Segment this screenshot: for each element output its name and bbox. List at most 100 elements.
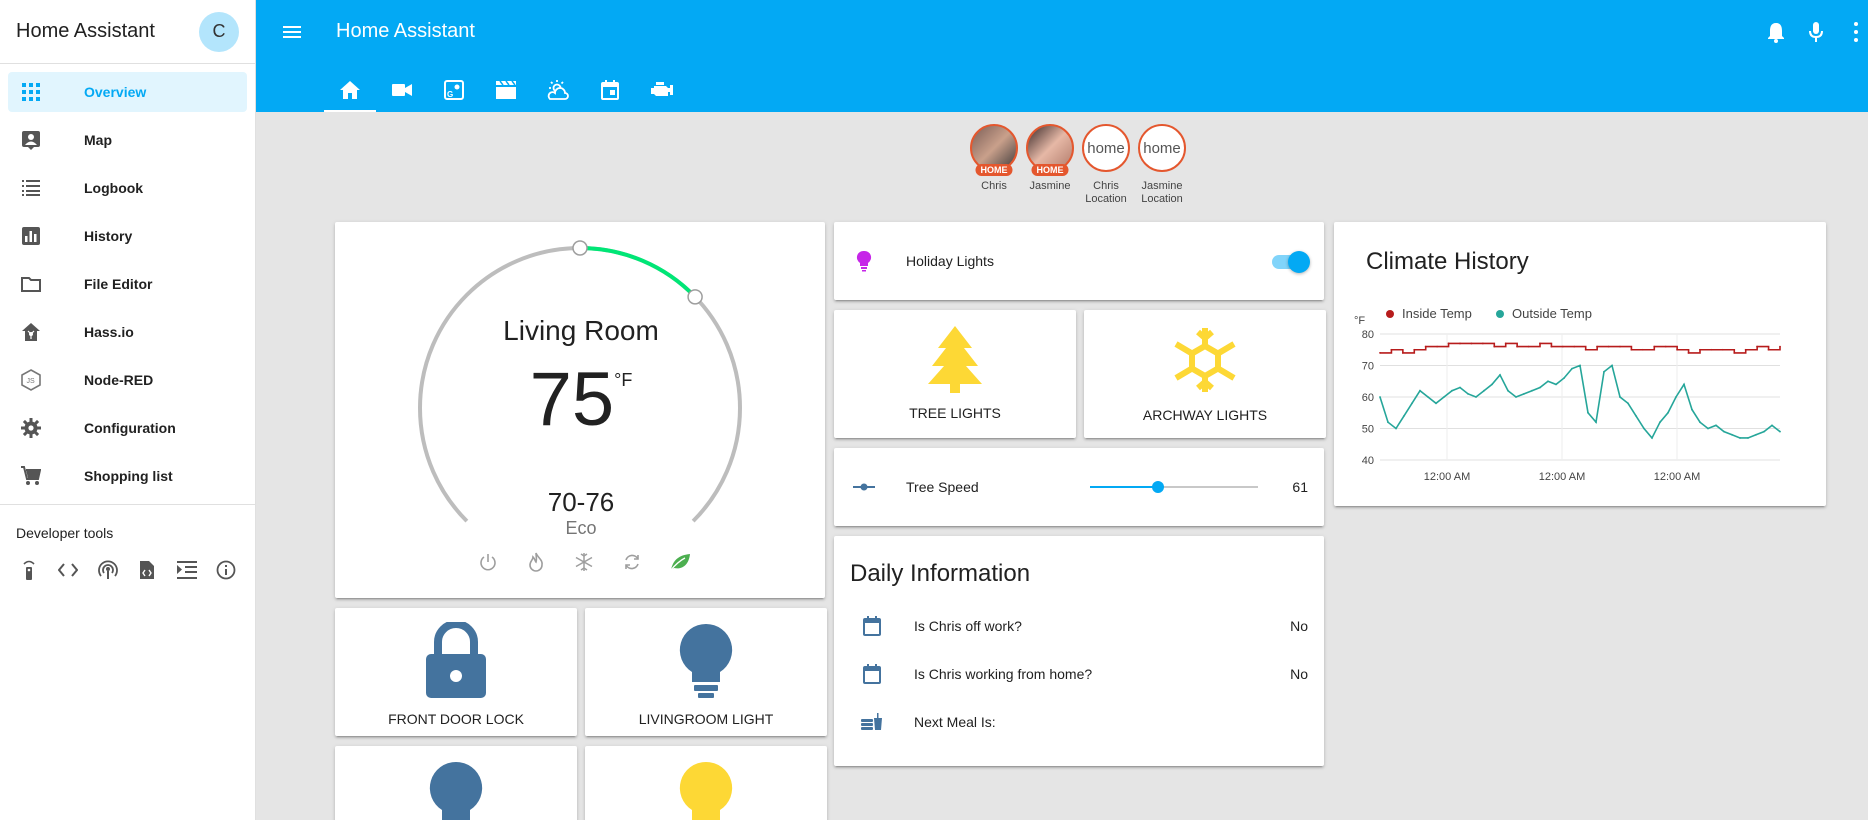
light-button[interactable] (335, 746, 577, 820)
tab-engine[interactable] (636, 72, 688, 112)
sidebar-item-label: Map (84, 132, 112, 148)
indent-icon[interactable] (176, 559, 198, 581)
lightbulb-icon (678, 760, 734, 820)
badge-jasmine[interactable]: HOME Jasmine (1026, 124, 1074, 206)
badge-label: Chris Location (1085, 180, 1127, 205)
tab-maps[interactable]: G (428, 72, 480, 112)
row-label: Next Meal Is: (914, 714, 996, 730)
data-point (1747, 437, 1749, 439)
data-point (1515, 396, 1517, 398)
sidebar-item-node-red[interactable]: JS Node-RED (8, 360, 247, 400)
data-point (1756, 345, 1759, 348)
tree-speed-label: Tree Speed (906, 479, 979, 495)
power-icon[interactable] (473, 547, 503, 577)
tab-calendar[interactable] (584, 72, 636, 112)
data-point (1547, 380, 1549, 383)
data-point (1539, 386, 1541, 389)
data-point (1493, 345, 1496, 348)
developer-tools-title: Developer tools (16, 525, 114, 541)
data-point (1561, 345, 1564, 348)
front-door-lock-button[interactable]: FRONT DOOR LOCK (335, 608, 577, 736)
tab-home[interactable] (324, 72, 376, 112)
data-point (1699, 348, 1701, 351)
pine-tree-icon (920, 324, 990, 399)
badge-chris-location[interactable]: home Chris Location (1082, 124, 1130, 206)
data-point (1653, 345, 1656, 348)
sidebar-item-logbook[interactable]: Logbook (8, 168, 247, 208)
current-temp-value: 75 (529, 357, 615, 442)
data-point (1619, 396, 1621, 398)
list-item[interactable]: Is Chris off work? No (834, 602, 1324, 650)
autorenew-icon[interactable] (617, 547, 647, 577)
badge-jasmine-location[interactable]: home Jasmine Location (1138, 124, 1186, 206)
list-item[interactable]: Next Meal Is: (834, 698, 1324, 746)
video-camera-icon (392, 83, 412, 102)
series-line-outside-temp (1379, 364, 1781, 440)
row-value: No (1290, 666, 1308, 682)
menu-icon[interactable] (280, 20, 304, 44)
data-point (1739, 437, 1741, 439)
light-button[interactable] (585, 746, 827, 820)
sidebar-item-history[interactable]: History (8, 216, 247, 256)
row-value: No (1290, 618, 1308, 634)
data-point (1596, 345, 1599, 348)
chart-bar-icon (20, 225, 42, 247)
climate-history-chart[interactable]: °F Inside Temp Outside Temp 80 70 60 50 40 12:00… (1334, 222, 1826, 506)
tab-media[interactable] (480, 72, 532, 112)
holiday-lights-toggle[interactable] (1270, 251, 1310, 273)
data-point (1475, 396, 1477, 398)
data-point (1427, 396, 1429, 398)
microphone-icon[interactable] (1804, 18, 1828, 46)
chart-y-tick: 60 (1362, 392, 1374, 404)
snowflake-icon[interactable] (569, 547, 599, 577)
tree-lights-button[interactable]: TREE LIGHTS (834, 310, 1076, 438)
data-point (1447, 342, 1450, 345)
info-icon[interactable] (216, 559, 238, 581)
remote-icon[interactable] (18, 559, 40, 581)
data-point (1504, 342, 1507, 345)
tab-cameras[interactable] (376, 72, 428, 112)
data-point (1707, 427, 1709, 430)
livingroom-light-button[interactable]: LIVINGROOM LIGHT (585, 608, 827, 736)
user-avatar[interactable]: C (199, 11, 239, 52)
list-item[interactable]: Is Chris working from home? No (834, 650, 1324, 698)
sidebar-item-label: Logbook (84, 180, 144, 196)
leaf-icon[interactable] (665, 547, 695, 577)
sidebar-item-overview[interactable]: Overview (8, 72, 247, 112)
home-icon (340, 80, 360, 104)
tab-weather[interactable] (532, 72, 584, 112)
sidebar-item-shopping-list[interactable]: Shopping list (8, 456, 247, 496)
data-point (1611, 364, 1613, 367)
high-setpoint-handle[interactable] (687, 289, 703, 305)
person-photo: HOME (970, 124, 1018, 176)
data-point (1779, 430, 1781, 433)
sidebar-item-file-editor[interactable]: File Editor (8, 264, 247, 304)
sidebar-item-configuration[interactable]: Configuration (8, 408, 247, 448)
file-code-icon[interactable] (137, 559, 159, 581)
calendar-icon (858, 612, 886, 640)
data-point (1459, 342, 1461, 345)
livingroom-light-label: LIVINGROOM LIGHT (638, 711, 774, 727)
sidebar-item-hassio[interactable]: Hass.io (8, 312, 247, 352)
sidebar-title: Home Assistant (16, 20, 155, 42)
bell-icon[interactable] (1764, 18, 1788, 46)
fire-icon[interactable] (521, 547, 551, 577)
more-vert-icon[interactable] (1844, 18, 1868, 46)
sidebar-item-map[interactable]: Map (8, 120, 247, 160)
holiday-lights-row: Holiday Lights (834, 222, 1324, 300)
code-icon[interactable] (58, 559, 80, 581)
data-point (1579, 364, 1581, 367)
low-setpoint-handle[interactable] (572, 240, 588, 256)
chart-y-tick: 70 (1362, 361, 1374, 373)
data-point (1499, 374, 1501, 376)
tree-speed-slider[interactable] (1090, 477, 1258, 497)
badge-chris[interactable]: HOME Chris (970, 124, 1018, 206)
svg-text:G: G (447, 90, 453, 99)
holiday-lights-label: Holiday Lights (906, 253, 994, 269)
grid-icon (20, 81, 42, 103)
row-label: Is Chris off work? (914, 618, 1022, 634)
archway-lights-button[interactable]: ARCHWAY LIGHTS (1084, 310, 1326, 438)
gear-icon (20, 417, 42, 439)
broadcast-icon[interactable] (97, 559, 119, 581)
row-label: Is Chris working from home? (914, 666, 1093, 682)
